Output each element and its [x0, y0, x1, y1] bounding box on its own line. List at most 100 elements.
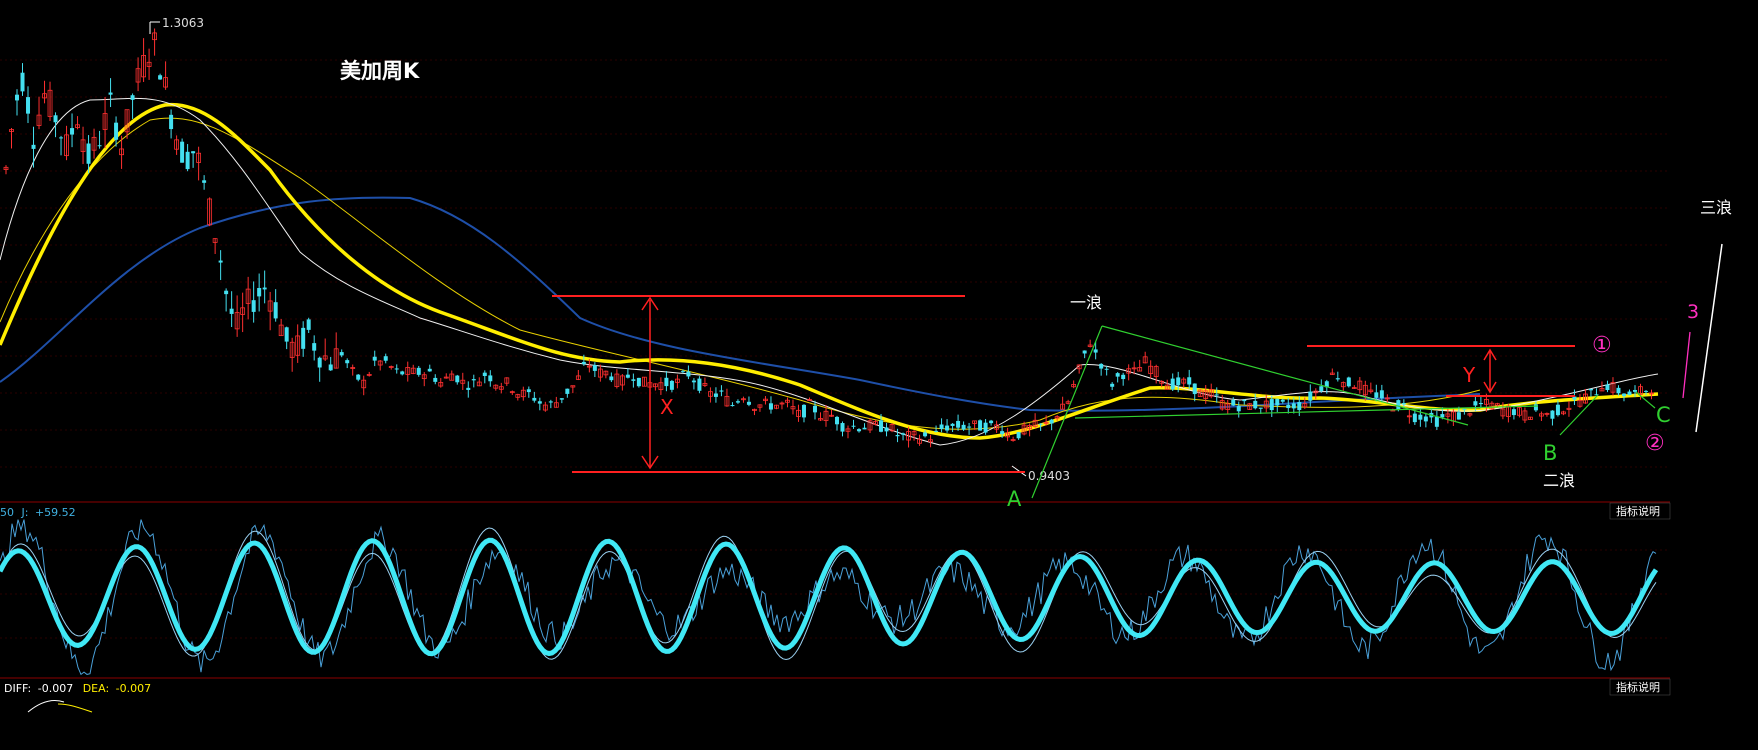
candle-down: [339, 352, 344, 356]
candle-down: [158, 75, 163, 80]
candle-down: [1379, 390, 1384, 399]
kdj-prefix: 50: [0, 506, 14, 519]
candle-down: [1627, 391, 1632, 396]
candle-down: [1423, 416, 1428, 422]
candle-down: [488, 375, 493, 382]
y-label: Y: [1462, 363, 1476, 387]
candle-down: [356, 374, 361, 380]
candle-down: [26, 97, 31, 114]
candle-down: [1473, 401, 1478, 406]
candle-down: [1099, 363, 1104, 369]
candle-down: [835, 416, 840, 425]
candle-down: [1115, 373, 1120, 377]
candle-down: [548, 401, 553, 403]
candle-down: [224, 290, 229, 295]
candle-down: [895, 435, 900, 437]
candle-down: [669, 380, 674, 390]
kdj-indicator-button-label[interactable]: 指标说明: [1616, 504, 1660, 518]
y-range-annotation: Y: [1307, 345, 1575, 397]
candle-down: [879, 420, 884, 432]
candle-down: [1346, 377, 1351, 387]
candle-down: [1291, 403, 1296, 409]
macd-indicator-button-label[interactable]: 指标说明: [1616, 680, 1660, 694]
candle-down: [1605, 384, 1610, 391]
candle-down: [1170, 378, 1175, 390]
ma-blue: [0, 196, 1481, 412]
macd-dea-line: [57, 703, 93, 713]
candle-down: [466, 387, 471, 390]
candle-down: [1588, 388, 1593, 391]
candle-down: [1253, 400, 1258, 409]
candle-down: [697, 378, 702, 391]
candle-down: [1236, 406, 1241, 412]
candle-down: [306, 319, 311, 330]
candle-down: [317, 357, 322, 368]
candle-down: [1319, 386, 1324, 391]
x-range-annotation: X: [552, 295, 1025, 473]
candle-down: [20, 72, 25, 92]
kdj-indicator-button[interactable]: 指标说明: [1609, 502, 1671, 520]
ma-yellow-thick: [0, 102, 1659, 440]
candle-down: [812, 405, 817, 413]
candle-down: [180, 141, 185, 163]
macd-diff-label: DIFF:: [4, 682, 31, 695]
candle-down: [400, 371, 405, 375]
macd-indicator-button[interactable]: 指标说明: [1609, 678, 1671, 696]
candle-down: [108, 92, 113, 95]
wave2-label: 二浪: [1543, 471, 1575, 490]
candle-down: [191, 151, 196, 154]
price-low-label: 0.9403: [1028, 469, 1070, 483]
candle-down: [565, 388, 570, 394]
candle-down: [978, 420, 983, 431]
candle-down: [185, 151, 190, 170]
price-high-label: 1.3063: [162, 16, 204, 30]
candle-down: [862, 427, 867, 430]
candle-down: [312, 343, 317, 351]
candle-down: [857, 429, 862, 432]
candle-down: [86, 143, 91, 164]
candle-down: [636, 377, 641, 387]
candle-down: [1093, 349, 1098, 353]
candle-down: [471, 379, 476, 381]
candle-down: [1511, 409, 1516, 416]
candle-down: [901, 433, 906, 435]
candle-down: [1335, 378, 1340, 380]
candle-down: [735, 401, 740, 403]
candle-down: [130, 95, 135, 100]
candle-down: [1121, 374, 1126, 380]
candle-down: [31, 144, 36, 149]
candle-down: [713, 393, 718, 397]
candle-down: [394, 368, 399, 370]
wave3-label: 三浪: [1700, 198, 1732, 217]
candle-down: [680, 371, 685, 373]
point-b-label: B: [1543, 441, 1557, 465]
candle-down: [70, 128, 75, 135]
candle-down: [559, 398, 564, 400]
candle-down: [218, 260, 223, 263]
candle-down: [229, 308, 234, 314]
three-label: 3: [1687, 301, 1699, 323]
candle-down: [730, 405, 735, 407]
kdj-grid: [0, 549, 1670, 639]
macd-diff-value: -0.007: [38, 682, 73, 695]
candle-down: [1621, 393, 1626, 397]
candle-down: [1555, 404, 1560, 416]
candle-down: [1572, 396, 1577, 400]
candle-down: [345, 360, 350, 364]
candle-down: [1533, 404, 1538, 411]
candle-down: [967, 426, 972, 428]
candle-down: [257, 288, 262, 297]
macd-header: DIFF: -0.007 DEA: -0.007: [4, 682, 151, 695]
macd-dea-value: -0.007: [116, 682, 151, 695]
candle-down: [1462, 408, 1467, 410]
candle-down: [884, 427, 889, 432]
candle-down: [1440, 414, 1445, 418]
candle-down: [1478, 403, 1483, 405]
candle-down: [1049, 419, 1054, 424]
price-candles: [3, 28, 1654, 448]
candle-down: [59, 137, 64, 139]
moving-averages: [0, 97, 1659, 446]
candle-down: [1374, 392, 1379, 398]
candle-down: [581, 361, 586, 365]
circle1-label: ①: [1592, 333, 1612, 358]
